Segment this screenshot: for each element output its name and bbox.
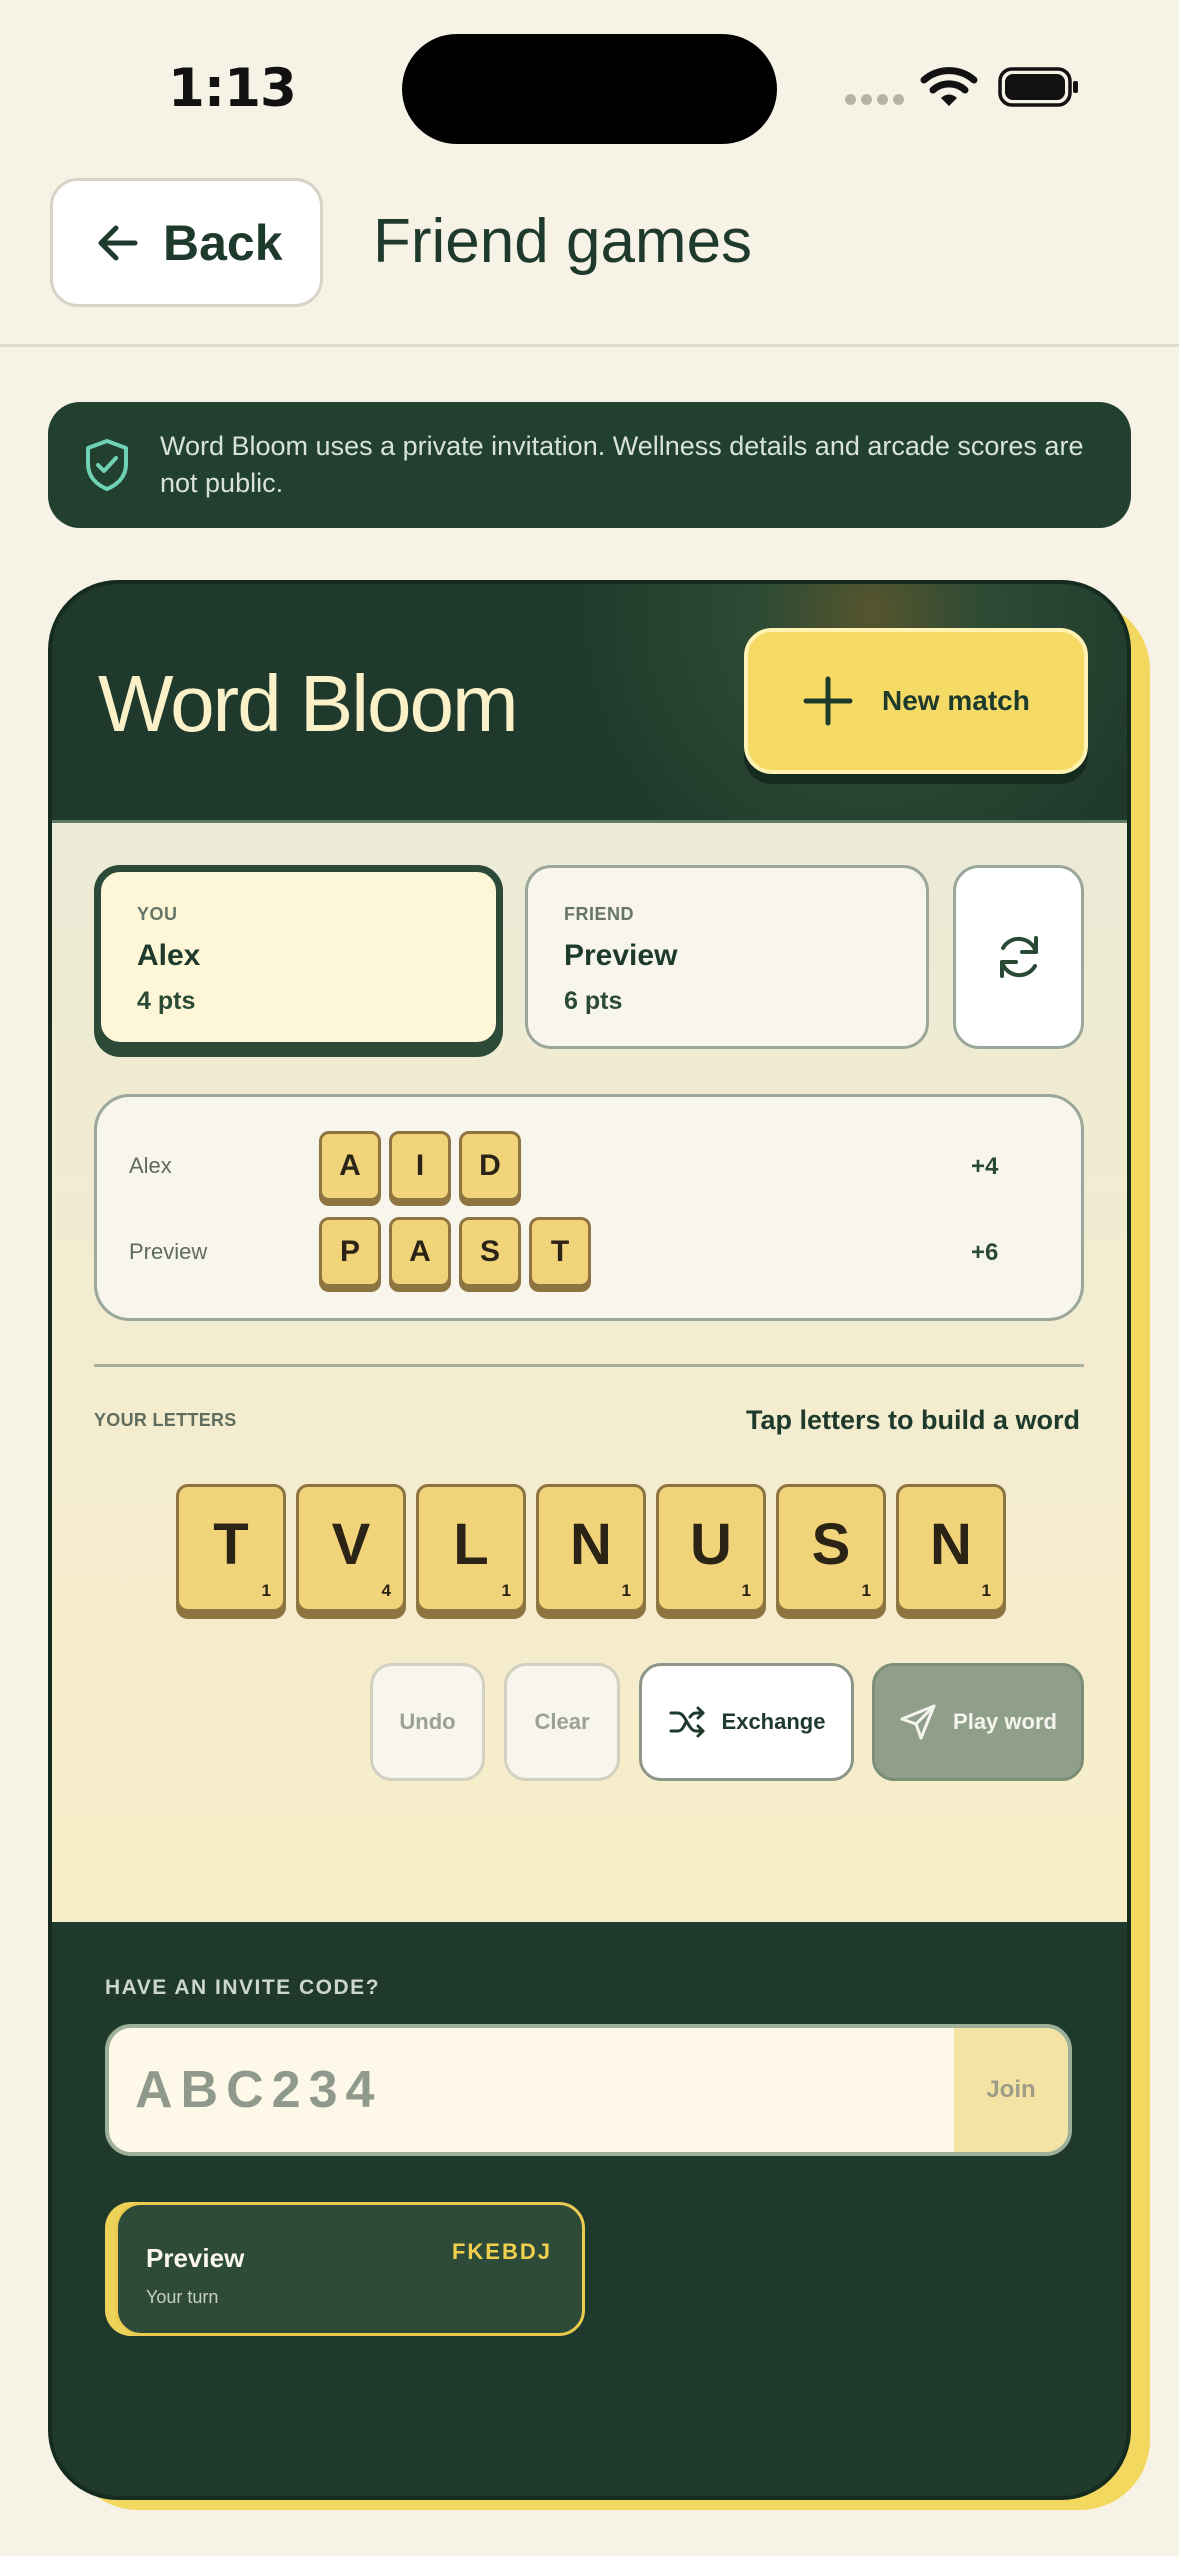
history-tile: T — [529, 1217, 591, 1287]
tile-letter: S — [811, 1512, 851, 1577]
tile-points: 4 — [381, 1581, 391, 1600]
letter-tile[interactable]: N 1 — [896, 1484, 1006, 1612]
active-game-chip[interactable]: Preview FKEBDJ Your turn — [115, 2202, 585, 2336]
rack-divider — [94, 1364, 1084, 1367]
history-player: Preview — [129, 1239, 208, 1264]
clear-button[interactable]: Clear — [504, 1663, 620, 1781]
tile-letter: N — [930, 1512, 972, 1577]
undo-button[interactable]: Undo — [370, 1663, 485, 1781]
history-tile: S — [459, 1217, 521, 1287]
refresh-button[interactable] — [953, 865, 1084, 1049]
new-match-label: New match — [882, 685, 1030, 716]
tile-points: 1 — [741, 1581, 751, 1600]
privacy-notice-text: Word Bloom uses a private invitation. We… — [160, 431, 1084, 498]
letter-tile[interactable]: V 4 — [296, 1484, 406, 1612]
tile-points: 1 — [621, 1581, 631, 1600]
letter-tile[interactable]: N 1 — [536, 1484, 646, 1612]
history-row: Preview P A S T +6 — [97, 1217, 1081, 1291]
tile-points: 1 — [501, 1581, 511, 1600]
game-title: Word Bloom — [98, 659, 519, 748]
history-score: +4 — [971, 1153, 999, 1180]
game-chip-code: FKEBDJ — [451, 2239, 552, 2264]
shuffle-icon — [669, 1706, 705, 1738]
history-tile: A — [319, 1131, 381, 1201]
status-time: 1:13 — [168, 58, 297, 119]
game-board: YOU Alex 4 pts FRIEND Preview 6 pts Alex… — [52, 820, 1127, 1922]
plus-icon — [803, 676, 853, 726]
letter-tile[interactable]: L 1 — [416, 1484, 526, 1612]
play-word-button[interactable]: Play word — [872, 1663, 1084, 1781]
game-chip-status: Your turn — [146, 2287, 219, 2307]
play-word-label: Play word — [953, 1709, 1057, 1734]
player-name: Alex — [137, 939, 201, 972]
letter-tile[interactable]: T 1 — [176, 1484, 286, 1612]
rack-label: YOUR LETTERS — [94, 1410, 237, 1430]
letter-rack: T 1 V 4 L 1 N 1 U 1 S 1 N 1 — [176, 1484, 1006, 1612]
exchange-label: Exchange — [721, 1709, 826, 1734]
letter-tile[interactable]: U 1 — [656, 1484, 766, 1612]
new-match-button[interactable]: New match — [744, 628, 1088, 774]
tile-points: 1 — [981, 1581, 991, 1600]
player-points: 4 pts — [137, 987, 196, 1015]
dynamic-island — [402, 34, 777, 144]
history-tile: P — [319, 1217, 381, 1287]
rack-hint: Tap letters to build a word — [745, 1405, 1080, 1435]
battery-icon — [998, 67, 1078, 107]
invite-code-input[interactable] — [109, 2028, 954, 2152]
exchange-button[interactable]: Exchange — [639, 1663, 854, 1781]
history-player: Alex — [129, 1153, 172, 1178]
tile-letter: U — [690, 1512, 732, 1577]
back-label: Back — [163, 214, 283, 271]
game-card: Word Bloom New match YOU Alex 4 pts FRIE… — [48, 580, 1131, 2500]
tile-letter: N — [570, 1512, 612, 1577]
tile-points: 1 — [261, 1581, 271, 1600]
player-card-you: YOU Alex 4 pts — [94, 865, 503, 1049]
arrow-left-icon — [98, 225, 138, 260]
game-card-header: Word Bloom New match — [52, 584, 1127, 820]
player-name: Preview — [564, 939, 678, 972]
history-tile: I — [389, 1131, 451, 1201]
letter-tile[interactable]: S 1 — [776, 1484, 886, 1612]
invite-label: HAVE AN INVITE CODE? — [105, 1976, 381, 1999]
shield-check-icon — [86, 439, 128, 491]
player-role: YOU — [137, 904, 178, 924]
game-chip-name: Preview — [146, 2243, 245, 2273]
refresh-icon — [999, 936, 1038, 978]
wifi-icon — [920, 67, 978, 106]
history-score: +6 — [971, 1239, 999, 1266]
tile-letter: V — [331, 1512, 371, 1577]
move-history: Alex A I D +4 Preview P A S T +6 — [94, 1094, 1084, 1321]
history-word: P A S T — [319, 1217, 591, 1287]
player-role: FRIEND — [564, 904, 634, 924]
history-row: Alex A I D +4 — [97, 1131, 1081, 1205]
history-word: A I D — [319, 1131, 521, 1201]
cellular-signal-icon — [845, 94, 904, 105]
player-points: 6 pts — [564, 987, 623, 1015]
tile-letter: T — [213, 1512, 249, 1577]
tile-points: 1 — [861, 1581, 871, 1600]
player-card-friend: FRIEND Preview 6 pts — [525, 865, 929, 1049]
page-title: Friend games — [373, 207, 753, 276]
back-button[interactable]: Back — [50, 178, 323, 307]
header-divider — [0, 344, 1179, 347]
privacy-notice: Word Bloom uses a private invitation. We… — [48, 402, 1131, 528]
join-button[interactable]: Join — [954, 2028, 1068, 2152]
history-tile: D — [459, 1131, 521, 1201]
tile-letter: L — [453, 1512, 489, 1577]
invite-field: Join — [105, 2024, 1072, 2156]
send-icon — [900, 1704, 936, 1740]
history-tile: A — [389, 1217, 451, 1287]
